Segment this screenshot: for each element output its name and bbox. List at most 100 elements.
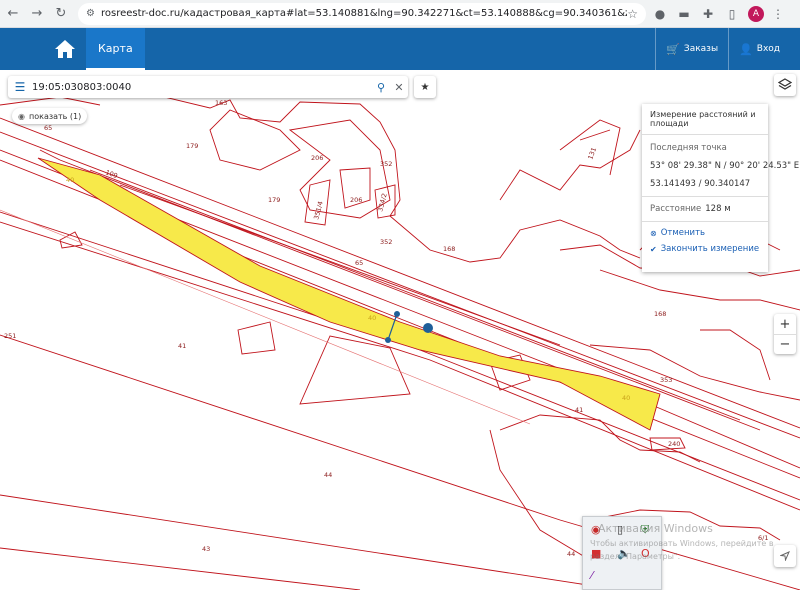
windows-activation-text: Чтобы активировать Windows, перейдите в …: [590, 537, 774, 563]
browser-toolbar: ← → ↻ ⚙ rosreestr-doc.ru/кадастровая_кар…: [0, 0, 800, 28]
locate-button[interactable]: [774, 545, 796, 567]
parcel-label: 65: [355, 259, 363, 267]
parcel-label: 334/2: [376, 192, 389, 212]
windows-activation-line: раздел "Параметры".: [590, 552, 681, 561]
orders-button[interactable]: 🛒 Заказы: [655, 28, 728, 70]
layers-icon: [778, 78, 792, 90]
close-icon[interactable]: ✕: [390, 81, 408, 94]
parcel-label: 352: [380, 160, 392, 168]
parcel-label: 40: [66, 176, 74, 184]
parcel-label: 352: [380, 238, 392, 246]
measure-point[interactable]: [385, 337, 391, 343]
parcel-label: 41: [575, 406, 583, 414]
selected-parcel-highlight[interactable]: [37, 157, 661, 431]
app-header: Карта 🛒 Заказы 👤 Вход: [0, 28, 800, 70]
more-menu-icon[interactable]: ⋮: [768, 4, 788, 24]
parcel-label: 44: [324, 471, 332, 479]
last-point-decimal: 53.141493 / 90.340147: [650, 179, 751, 189]
zoom-controls: + −: [774, 314, 796, 354]
back-icon[interactable]: ←: [2, 3, 24, 25]
windows-activation-line: Чтобы активировать Windows, перейдите в: [590, 539, 774, 548]
parcel-boundary: [59, 231, 83, 249]
cast-icon[interactable]: ▬: [674, 4, 694, 24]
login-button[interactable]: 👤 Вход: [728, 28, 790, 70]
parcel-label: 353: [660, 376, 672, 384]
menu-icon[interactable]: ☰: [8, 76, 32, 98]
layers-button[interactable]: [774, 74, 796, 96]
last-point-dms: 53° 08' 29.38" N / 90° 20' 24.53" E: [650, 161, 800, 171]
cart-icon: 🛒: [666, 42, 680, 56]
parcel-label: 206: [311, 154, 323, 162]
search-bar: ☰ ⚲ ✕: [8, 76, 408, 98]
parcel-label: 131: [586, 146, 598, 160]
parcel-boundary: [489, 429, 591, 561]
windows-activation-title: Активация Windows: [598, 522, 713, 535]
parcel-label: 206: [350, 196, 362, 204]
parcel-label: 179: [268, 196, 280, 204]
pen-icon[interactable]: ⁄: [591, 569, 593, 582]
search-icon[interactable]: ⚲: [372, 81, 390, 94]
cancel-measure-label: Отменить: [660, 228, 706, 238]
forward-icon[interactable]: →: [26, 3, 48, 25]
sidepanel-icon[interactable]: ▯: [722, 4, 742, 24]
measure-panel: Измерение расстояний и площади Последняя…: [642, 104, 800, 272]
parcel-boundary: [700, 329, 771, 381]
user-icon: 👤: [739, 42, 753, 56]
distance-row: Расстояние 128 м: [650, 204, 760, 214]
parcel-label: 163: [215, 99, 227, 107]
measure-guide-line: [0, 209, 531, 425]
parcel-boundary: [0, 96, 101, 106]
distance-label: Расстояние: [650, 204, 702, 214]
finish-measure-button[interactable]: ✔ Закончить измерение: [650, 244, 760, 254]
cancel-icon: ⊗: [650, 228, 657, 238]
login-label: Вход: [756, 44, 780, 54]
app-root: ← → ↻ ⚙ rosreestr-doc.ru/кадастровая_кар…: [0, 0, 800, 590]
home-icon[interactable]: [50, 34, 80, 64]
parcel-boundary: [288, 119, 391, 219]
parcel-boundary: [599, 269, 800, 311]
zoom-out-button[interactable]: −: [774, 334, 796, 354]
parcel-label: 168: [443, 245, 455, 253]
search-input[interactable]: [32, 81, 372, 93]
parcel-label: 65: [44, 124, 52, 132]
parcel-boundary: [209, 109, 301, 171]
measure-last-point[interactable]: [423, 323, 433, 333]
tab-map[interactable]: Карта: [86, 28, 145, 70]
measure-panel-title: Измерение расстояний и площади: [642, 110, 768, 135]
orders-label: Заказы: [683, 44, 719, 54]
site-info-icon[interactable]: ⚙: [86, 8, 95, 19]
parcel-label: 44: [567, 550, 575, 558]
favorite-star-button[interactable]: ★: [414, 76, 436, 98]
eye-icon: ◉: [18, 111, 25, 121]
parcel-label: 351/4: [312, 200, 325, 220]
parcel-boundary: [0, 547, 361, 590]
parcel-boundary: [499, 414, 701, 463]
measure-point[interactable]: [394, 311, 400, 317]
parcel-label: 40: [622, 394, 630, 402]
parcel-label: 40: [368, 314, 376, 322]
parcel-label: 179: [186, 142, 198, 150]
parcel-label: 168: [654, 310, 666, 318]
parcel-label: 41: [178, 342, 186, 350]
puzzle-icon[interactable]: ✚: [698, 4, 718, 24]
bookmark-star-icon[interactable]: ☆: [627, 7, 638, 21]
show-results-label: показать (1): [28, 111, 82, 121]
parcel-label: 240: [668, 440, 680, 448]
show-results-pill[interactable]: ◉ показать (1): [12, 108, 88, 124]
finish-measure-label: Закончить измерение: [660, 244, 760, 254]
cancel-measure-button[interactable]: ⊗ Отменить: [650, 228, 760, 238]
address-bar[interactable]: ⚙ rosreestr-doc.ru/кадастровая_карта#lat…: [78, 2, 646, 25]
locate-arrow-icon: [780, 551, 790, 561]
reload-icon[interactable]: ↻: [50, 3, 72, 25]
profile-avatar[interactable]: A: [748, 5, 764, 22]
zoom-in-button[interactable]: +: [774, 314, 796, 334]
check-circle-icon: ✔: [650, 244, 657, 254]
parcel-boundary: [299, 335, 411, 405]
last-point-label: Последняя точка: [650, 143, 727, 153]
parcel-boundary: [499, 129, 641, 201]
url-text: rosreestr-doc.ru/кадастровая_карта#lat=5…: [100, 8, 628, 19]
parcel-label: 43: [202, 545, 210, 553]
parcel-boundary: [237, 321, 276, 355]
extension-icon[interactable]: ●: [650, 4, 670, 24]
distance-value: 128 м: [705, 204, 731, 214]
